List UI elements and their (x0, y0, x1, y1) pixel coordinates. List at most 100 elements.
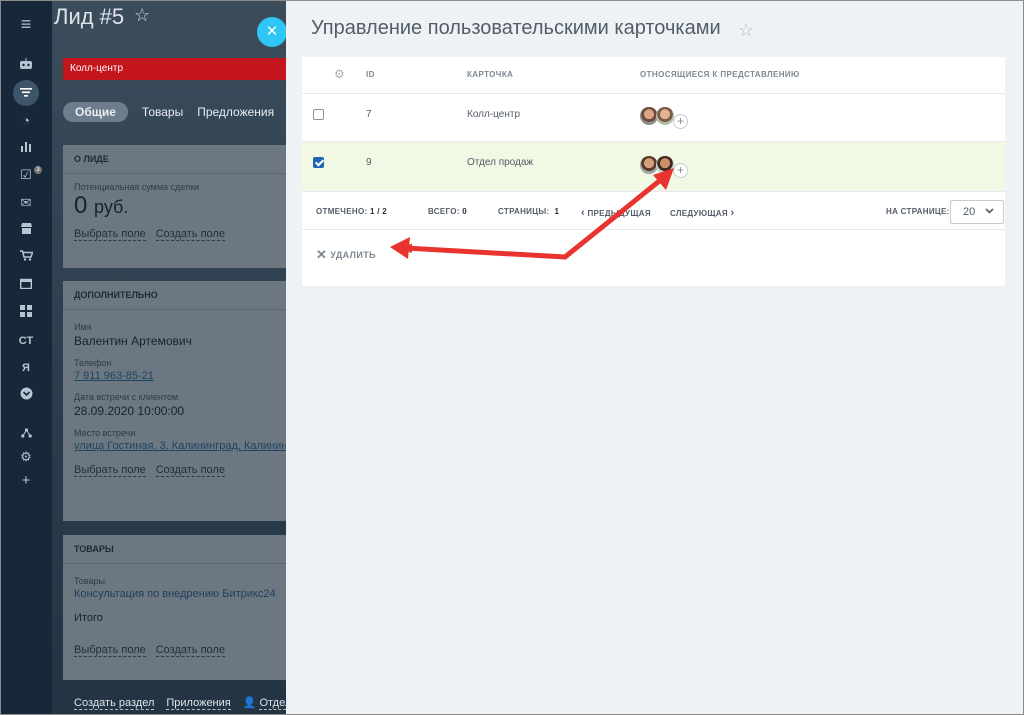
lead-footer: Создать раздел Приложения 👤 Отдел (74, 696, 292, 710)
phone-link[interactable]: 7 911 963-85-21 (74, 370, 292, 382)
gear-icon[interactable]: ⚙ (334, 67, 345, 81)
name-label: Имя (74, 322, 92, 332)
row-card[interactable]: Колл-центр (467, 109, 520, 120)
card-header: О лиде (63, 145, 292, 174)
extra-card: Дополнительно Имя Валентин Артемович Тел… (63, 281, 292, 521)
menu-icon[interactable]: ≡ (13, 13, 39, 35)
select-field-link[interactable]: Выбрать поле (74, 464, 146, 477)
card-actions: Выбрать поле Создать поле (74, 464, 292, 477)
avatar[interactable] (656, 156, 674, 174)
cards-grid: ⚙ ID КАРТОЧКА ОТНОСЯЩИЕСЯ К ПРЕДСТАВЛЕНИ… (302, 57, 1005, 286)
goods-link[interactable]: Консультация по внедрению Битрикс24 (74, 588, 292, 600)
amount-currency: руб. (94, 197, 129, 217)
lead-stage-bar[interactable]: Колл-центр (63, 58, 292, 80)
col-card[interactable]: КАРТОЧКА (467, 70, 513, 79)
tab-goods[interactable]: Товары (142, 102, 183, 122)
user-icon: 👤 (242, 697, 257, 709)
apps-icon[interactable] (13, 302, 39, 324)
date-value: 28.09.2020 10:00:00 (74, 404, 185, 418)
tab-offers[interactable]: Предложения (197, 102, 274, 122)
select-field-link[interactable]: Выбрать поле (74, 644, 146, 657)
star-icon[interactable]: ☆ (134, 5, 150, 26)
mail-icon[interactable]: ✉ (13, 192, 39, 214)
per-page-label: НА СТРАНИЦЕ: (886, 207, 950, 216)
date-label: Дата встречи с клиентом (74, 392, 179, 402)
pages-count: СТРАНИЦЫ: 1 (498, 207, 559, 216)
delete-label: УДАЛИТЬ (330, 250, 377, 260)
filter-icon[interactable] (13, 80, 39, 106)
amount-label: Потенциальная сумма сделки (74, 182, 200, 192)
marked-label: ОТМЕЧЕНО: (316, 207, 368, 216)
col-related[interactable]: ОТНОСЯЩИЕСЯ К ПРЕДСТАВЛЕНИЮ (640, 70, 800, 79)
apps-link[interactable]: Приложения (166, 697, 231, 710)
create-field-link[interactable]: Создать поле (155, 228, 225, 241)
phone-label: Телефон (74, 358, 112, 368)
total-count: ВСЕГО: 0 (428, 207, 467, 216)
goods-label: Товары (74, 576, 105, 586)
sitemap-icon[interactable] (13, 423, 39, 445)
total-value: 0 (462, 207, 467, 216)
pie-chart-icon[interactable]: ◔ (13, 110, 39, 132)
prev-label: ПРЕДЫДУЩАЯ (587, 209, 651, 218)
ya-text-icon[interactable]: Я (13, 357, 39, 379)
card-header: Товары (63, 535, 292, 564)
star-icon[interactable]: ☆ (738, 20, 754, 41)
col-id[interactable]: ID (366, 70, 375, 79)
lead-page: Лид #5 ☆ ✕ Колл-центр Общие Товары Предлож… (52, 0, 292, 715)
card-header: Дополнительно (63, 281, 292, 310)
create-field-link[interactable]: Создать поле (155, 464, 225, 477)
goods-card: Товары Товары Консультация по внедрению … (63, 535, 292, 680)
next-label: СЛЕДУЮЩАЯ (670, 209, 728, 218)
per-page-select[interactable]: 20 (950, 200, 1004, 224)
card-actions: Выбрать поле Создать поле (74, 228, 292, 241)
lead-tabs: Общие Товары Предложения (63, 102, 292, 122)
amount-number: 0 (74, 192, 88, 219)
per-page-value: 20 (963, 206, 976, 218)
select-field-link[interactable]: Выбрать поле (74, 228, 146, 241)
card-management-panel: Управление пользовательскими карточками … (286, 0, 1024, 715)
cart-icon[interactable] (13, 246, 39, 268)
chevron-circle-icon[interactable] (13, 385, 39, 407)
lead-title: Лид #5 (54, 4, 125, 29)
table-row[interactable]: 9 Отдел продаж + (302, 142, 1005, 192)
tasks-badge: 3 (34, 166, 42, 174)
pages-label: СТРАНИЦЫ: (498, 207, 550, 216)
calendar-icon[interactable] (13, 274, 39, 296)
delete-button[interactable]: ✕ УДАЛИТЬ (316, 247, 376, 263)
next-page-link[interactable]: СЛЕДУЮЩАЯ › (670, 207, 734, 219)
left-nav-rail: ≡ ◔ ☑ 3 ✉ СТ Я ⚙ + (0, 0, 52, 715)
add-user-button[interactable]: + (673, 113, 688, 129)
create-section-link[interactable]: Создать раздел (74, 697, 155, 710)
about-lead-card: О лиде Потенциальная сумма сделки 0 руб.… (63, 145, 292, 268)
row-id: 9 (366, 157, 372, 168)
chevron-right-icon: › (730, 207, 735, 219)
marked-value: 1 / 2 (369, 207, 388, 216)
gear-icon[interactable]: ⚙ (13, 446, 39, 468)
tab-general[interactable]: Общие (63, 102, 128, 122)
plus-icon[interactable]: + (13, 470, 39, 492)
name-value: Валентин Артемович (74, 334, 192, 348)
row-id: 7 (366, 109, 372, 120)
crm-text-icon[interactable]: СТ (13, 330, 39, 352)
place-link[interactable]: улица Гостиная, 3, Калининград, Калининг… (74, 440, 292, 452)
grid-header: ⚙ ID КАРТОЧКА ОТНОСЯЩИЕСЯ К ПРЕДСТАВЛЕНИ… (302, 57, 1005, 94)
chevron-left-icon: ‹ (581, 207, 585, 219)
place-label: Место встречи (74, 428, 136, 438)
close-slider-button[interactable]: ✕ (257, 17, 287, 47)
avatar[interactable] (656, 107, 674, 125)
bar-chart-icon[interactable] (13, 137, 39, 159)
grid-footer: ОТМЕЧЕНО: 1 / 2 ВСЕГО: 0 СТРАНИЦЫ: 1 ‹ П… (302, 192, 1005, 230)
row-card[interactable]: Отдел продаж (467, 157, 533, 168)
store-icon[interactable] (13, 219, 39, 241)
create-field-link[interactable]: Создать поле (155, 644, 225, 657)
add-user-button[interactable]: + (673, 162, 688, 178)
table-row[interactable]: 7 Колл-центр + (302, 94, 1005, 142)
row-checkbox[interactable] (313, 157, 324, 168)
row-avatars: + (640, 107, 688, 129)
prev-page-link[interactable]: ‹ ПРЕДЫДУЩАЯ (581, 207, 651, 219)
row-checkbox[interactable] (313, 109, 324, 120)
robot-icon[interactable] (13, 55, 39, 77)
total-label: ВСЕГО: (428, 207, 460, 216)
row-avatars: + (640, 156, 688, 178)
total-label: Итого (74, 612, 103, 624)
